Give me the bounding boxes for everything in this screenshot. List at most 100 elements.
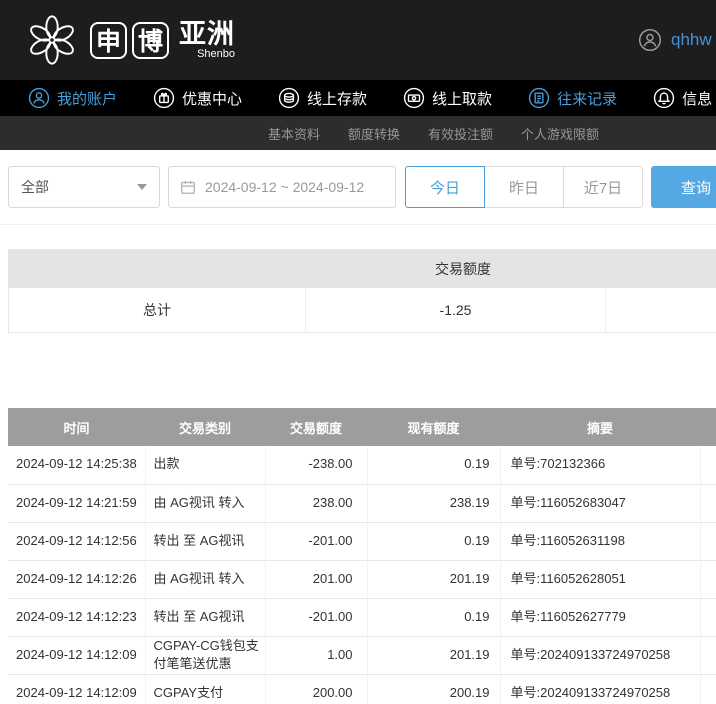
cell-balance: 0.19 [367,598,500,636]
date-preset-group: 今日 昨日 近7日 [405,166,643,208]
cell-time: 2024-09-12 14:25:38 [8,446,145,484]
cell-note: 单号:702132366 [500,446,700,484]
brand-region-text: 亚洲 [179,20,235,48]
cell-extra [700,484,716,522]
transactions-table: 时间 交易类别 交易额度 现有额度 摘要 2024-09-12 14:25:38… [8,408,716,704]
cell-amount: 201.00 [265,560,367,598]
bell-icon [653,87,675,109]
cell-note: 单号:116052628051 [500,560,700,598]
col-header-note: 摘要 [500,408,700,446]
nav-item-deposit[interactable]: 线上存款 [278,87,367,109]
col-header-amount: 交易额度 [265,408,367,446]
table-row: 2024-09-12 14:21:59 由 AG视讯 转入 238.00 238… [8,484,716,522]
cell-balance: 0.19 [367,446,500,484]
cell-note: 单号:116052631198 [500,522,700,560]
nav-item-label: 优惠中心 [182,88,242,109]
brand-region: 亚洲 Shenbo [179,20,235,60]
cell-extra [700,522,716,560]
table-row: 2024-09-12 14:12:09 CGPAY支付 200.00 200.1… [8,675,716,704]
cell-type: 由 AG视讯 转入 [145,560,265,598]
cell-type: CGPAY支付 [145,675,265,704]
date-range-value: 2024-09-12 ~ 2024-09-12 [205,179,364,195]
cell-time: 2024-09-12 14:21:59 [8,484,145,522]
subnav-item-credit-transfer[interactable]: 额度转换 [348,124,400,143]
nav-item-label: 线上存款 [307,88,367,109]
cell-type: 出款 [145,446,265,484]
subnav-item-valid-bets[interactable]: 有效投注额 [428,124,493,143]
table-row: 2024-09-12 14:12:26 由 AG视讯 转入 201.00 201… [8,560,716,598]
cell-amount: -201.00 [265,522,367,560]
calendar-icon [179,178,197,196]
type-select[interactable]: 全部 [8,166,160,208]
cell-type: 由 AG视讯 转入 [145,484,265,522]
cell-note: 单号:202409133724970258 [500,636,700,675]
nav-item-label: 我的账户 [57,88,117,109]
cell-amount: 238.00 [265,484,367,522]
user-account-area[interactable]: qhhw [638,0,712,80]
date-range-input[interactable]: 2024-09-12 ~ 2024-09-12 [168,166,396,208]
chevron-down-icon [137,184,147,190]
cell-type: CGPAY-CG钱包支付笔笔送优惠 [145,636,265,675]
summary-total-label: 总计 [9,288,306,332]
cell-balance: 238.19 [367,484,500,522]
summary-empty-cell [606,288,716,332]
deposit-coins-icon [278,87,300,109]
col-header-type: 交易类别 [145,408,265,446]
type-select-value: 全部 [21,177,49,197]
transfer-record-icon [528,87,550,109]
cell-time: 2024-09-12 14:12:09 [8,675,145,704]
last7days-button[interactable]: 近7日 [563,166,643,208]
brand-char-shen: 申 [90,22,127,59]
nav-item-my-account[interactable]: 我的账户 [28,87,117,109]
search-button[interactable]: 查询 [651,166,716,208]
summary-total-value: -1.25 [306,288,606,332]
transaction-rows: 2024-09-12 14:25:38 出款 -238.00 0.19 单号:7… [8,446,716,704]
cell-balance: 201.19 [367,636,500,675]
yesterday-button[interactable]: 昨日 [484,166,564,208]
today-button[interactable]: 今日 [405,166,485,208]
username-text[interactable]: qhhw [671,30,712,50]
cell-time: 2024-09-12 14:12:09 [8,636,145,675]
flower-logo-icon [24,12,80,68]
brand-name-boxes: 申 博 [90,22,169,59]
cell-balance: 200.19 [367,675,500,704]
nav-item-transaction-records[interactable]: 往来记录 [528,87,617,109]
col-header-extra [700,408,716,446]
nav-item-withdraw[interactable]: 线上取款 [403,87,492,109]
table-row: 2024-09-12 14:12:09 CGPAY-CG钱包支付笔笔送优惠 1.… [8,636,716,675]
summary-table: 交易额度 总计 -1.25 [8,249,716,333]
filter-bar: 全部 2024-09-12 ~ 2024-09-12 今日 昨日 近7日 查询 [0,150,716,225]
nav-item-promotions[interactable]: 优惠中心 [153,87,242,109]
cell-amount: -238.00 [265,446,367,484]
cell-note: 单号:202409133724970258 [500,675,700,704]
subnav-item-basic-info[interactable]: 基本资料 [268,124,320,143]
cell-type: 转出 至 AG视讯 [145,598,265,636]
summary-row: 总计 -1.25 [9,288,716,332]
cell-amount: 200.00 [265,675,367,704]
table-row: 2024-09-12 14:12:23 转出 至 AG视讯 -201.00 0.… [8,598,716,636]
main-navigation: 我的账户 优惠中心 线上存款 线上取款 [0,80,716,116]
cell-extra [700,560,716,598]
top-bar: 申 博 亚洲 Shenbo qhhw [0,0,716,80]
user-circle-icon [28,87,50,109]
cell-time: 2024-09-12 14:12:23 [8,598,145,636]
gift-icon [153,87,175,109]
cell-extra [700,636,716,675]
nav-item-label: 信息 [682,88,712,109]
cell-extra [700,598,716,636]
cell-amount: -201.00 [265,598,367,636]
cell-amount: 1.00 [265,636,367,675]
table-row: 2024-09-12 14:25:38 出款 -238.00 0.19 单号:7… [8,446,716,484]
cell-extra [700,446,716,484]
col-header-time: 时间 [8,408,145,446]
cell-balance: 201.19 [367,560,500,598]
sub-navigation: 基本资料 额度转换 有效投注额 个人游戏限额 [0,116,716,150]
brand-name-en: Shenbo [179,48,235,60]
withdraw-banknote-icon [403,87,425,109]
cell-type: 转出 至 AG视讯 [145,522,265,560]
user-avatar-icon [638,28,662,52]
cell-note: 单号:116052683047 [500,484,700,522]
cell-note: 单号:116052627779 [500,598,700,636]
nav-item-messages[interactable]: 信息 [653,87,712,109]
subnav-item-game-limits[interactable]: 个人游戏限额 [521,124,599,143]
